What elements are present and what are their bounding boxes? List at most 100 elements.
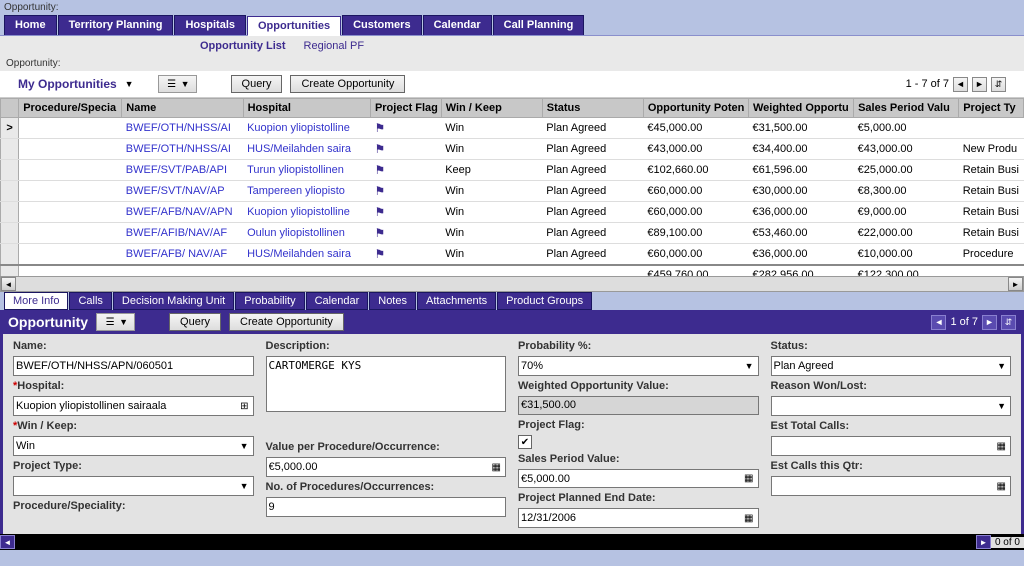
spv-label: Sales Period Value:: [518, 453, 759, 465]
col-header[interactable]: Status: [542, 99, 643, 118]
scroll-right-button[interactable]: ►: [1008, 277, 1023, 291]
pick-icon[interactable]: ⊞: [238, 401, 250, 412]
detail-tab-product-groups[interactable]: Product Groups: [497, 292, 592, 310]
tab-hospitals[interactable]: Hospitals: [174, 15, 246, 35]
col-header[interactable]: Name: [122, 99, 243, 118]
detail-tab-more-info[interactable]: More Info: [4, 292, 68, 310]
flag-icon: ⚑: [374, 163, 385, 177]
tab-opportunities[interactable]: Opportunities: [247, 16, 341, 36]
scroll-left-button[interactable]: ◄: [1, 277, 16, 291]
procspec-label: Procedure/Speciality:: [13, 500, 254, 512]
pflag-label: Project Flag:: [518, 419, 759, 431]
chevron-down-icon[interactable]: ▼: [995, 401, 1008, 411]
detail-create-button[interactable]: Create Opportunity: [229, 313, 344, 331]
winkeep-field[interactable]: ▼: [13, 436, 254, 456]
col-header[interactable]: Opportunity Poten: [643, 99, 748, 118]
flag-icon: ⚑: [374, 184, 385, 198]
chevron-down-icon[interactable]: ▼: [743, 361, 756, 371]
ecq-label: Est Calls this Qtr:: [771, 460, 1012, 472]
pped-field[interactable]: ▦: [518, 508, 759, 528]
tab-territory-planning[interactable]: Territory Planning: [58, 15, 174, 35]
pped-label: Project Planned End Date:: [518, 492, 759, 504]
table-row[interactable]: BWEF/SVT/PAB/APITurun yliopistollinen⚑Ke…: [1, 160, 1024, 181]
detail-tab-probability[interactable]: Probability: [235, 292, 304, 310]
description-label: Description:: [266, 340, 507, 352]
name-field[interactable]: [13, 356, 254, 376]
table-row[interactable]: BWEF/OTH/NHSS/AIHUS/Meilahden saira⚑WinP…: [1, 139, 1024, 160]
detail-tab-calls[interactable]: Calls: [69, 292, 111, 310]
tab-customers[interactable]: Customers: [342, 15, 421, 35]
list-title: My Opportunities: [18, 77, 117, 91]
chevron-down-icon[interactable]: ▼: [238, 441, 251, 451]
col-header[interactable]: Win / Keep: [441, 99, 542, 118]
status-left-button[interactable]: ◄: [0, 535, 15, 549]
detail-query-button[interactable]: Query: [169, 313, 221, 331]
description-field[interactable]: [266, 356, 507, 412]
query-button[interactable]: Query: [231, 75, 283, 93]
table-row[interactable]: BWEF/AFB/NAV/APNKuopion yliopistolline⚑W…: [1, 202, 1024, 223]
col-header[interactable]: Project Flag: [370, 99, 441, 118]
table-row[interactable]: >BWEF/OTH/NHSS/AIKuopion yliopistolline⚑…: [1, 118, 1024, 139]
prev-button[interactable]: ◄: [953, 77, 968, 92]
col-header[interactable]: Procedure/Specia: [19, 99, 122, 118]
projtype-label: Project Type:: [13, 460, 254, 472]
calendar-icon[interactable]: ▦: [742, 513, 755, 524]
calculator-icon[interactable]: ▦: [490, 462, 503, 473]
toggle-view-button[interactable]: ⇵: [991, 77, 1006, 92]
valper-field[interactable]: ▦: [266, 457, 507, 477]
detail-menu-button[interactable]: ☰▼: [96, 313, 135, 331]
col-header[interactable]: Sales Period Valu: [854, 99, 959, 118]
ecq-field[interactable]: ▦: [771, 476, 1012, 496]
flag-icon: ⚑: [374, 226, 385, 240]
detail-tab-calendar[interactable]: Calendar: [306, 292, 369, 310]
col-header[interactable]: Weighted Opportu: [748, 99, 853, 118]
flag-icon: ⚑: [374, 205, 385, 219]
etc-field[interactable]: ▦: [771, 436, 1012, 456]
noproc-field[interactable]: [266, 497, 507, 517]
detail-title: Opportunity: [8, 314, 88, 330]
col-header[interactable]: Hospital: [243, 99, 370, 118]
subtab-regional-pf[interactable]: Regional PF: [304, 40, 365, 52]
table-row[interactable]: BWEF/AFIB/NAV/AFOulun yliopistollinen⚑Wi…: [1, 223, 1024, 244]
sub-tabs: Opportunity List Regional PF: [0, 36, 1024, 56]
subtab-opportunity-list[interactable]: Opportunity List: [200, 40, 286, 52]
etc-label: Est Total Calls:: [771, 420, 1012, 432]
detail-tab-decision-making-unit[interactable]: Decision Making Unit: [113, 292, 234, 310]
detail-counter: 1 of 7: [950, 316, 978, 328]
hospital-field[interactable]: ⊞: [13, 396, 254, 416]
chevron-down-icon[interactable]: ▼: [238, 481, 251, 491]
status-right-button[interactable]: ►: [976, 535, 991, 549]
rwl-label: Reason Won/Lost:: [771, 380, 1012, 392]
tab-home[interactable]: Home: [4, 15, 57, 35]
detail-tab-attachments[interactable]: Attachments: [417, 292, 496, 310]
chevron-down-icon[interactable]: ▼: [995, 361, 1008, 371]
list-menu-button[interactable]: ☰▼: [158, 75, 197, 93]
calculator-icon[interactable]: ▦: [995, 481, 1008, 492]
create-opportunity-button[interactable]: Create Opportunity: [290, 75, 405, 93]
tab-calendar[interactable]: Calendar: [423, 15, 492, 35]
calculator-icon[interactable]: ▦: [995, 441, 1008, 452]
wov-label: Weighted Opportunity Value:: [518, 380, 759, 392]
status-field[interactable]: ▼: [771, 356, 1012, 376]
next-button[interactable]: ►: [972, 77, 987, 92]
detail-tab-notes[interactable]: Notes: [369, 292, 416, 310]
project-flag-checkbox[interactable]: ✔: [518, 435, 532, 449]
flag-icon: ⚑: [374, 142, 385, 156]
table-row[interactable]: BWEF/AFB/ NAV/AFHUS/Meilahden saira⚑WinP…: [1, 244, 1024, 266]
status-label: Status:: [771, 340, 1012, 352]
detail-prev-button[interactable]: ◄: [931, 315, 946, 330]
flag-icon: ⚑: [374, 247, 385, 261]
calculator-icon[interactable]: ▦: [742, 473, 755, 484]
spv-field[interactable]: ▦: [518, 469, 759, 489]
tab-call-planning[interactable]: Call Planning: [493, 15, 585, 35]
rwl-field[interactable]: ▼: [771, 396, 1012, 416]
col-header[interactable]: Project Ty: [959, 99, 1024, 118]
projtype-field[interactable]: ▼: [13, 476, 254, 496]
prob-field[interactable]: ▼: [518, 356, 759, 376]
detail-toggle-button[interactable]: ⇵: [1001, 315, 1016, 330]
chevron-down-icon[interactable]: ▼: [125, 79, 134, 89]
table-row[interactable]: BWEF/SVT/NAV/APTampereen yliopisto⚑WinPl…: [1, 181, 1024, 202]
noproc-label: No. of Procedures/Occurrences:: [266, 481, 507, 493]
grid-scrollbar[interactable]: ◄ ►: [0, 276, 1024, 292]
detail-next-button[interactable]: ►: [982, 315, 997, 330]
